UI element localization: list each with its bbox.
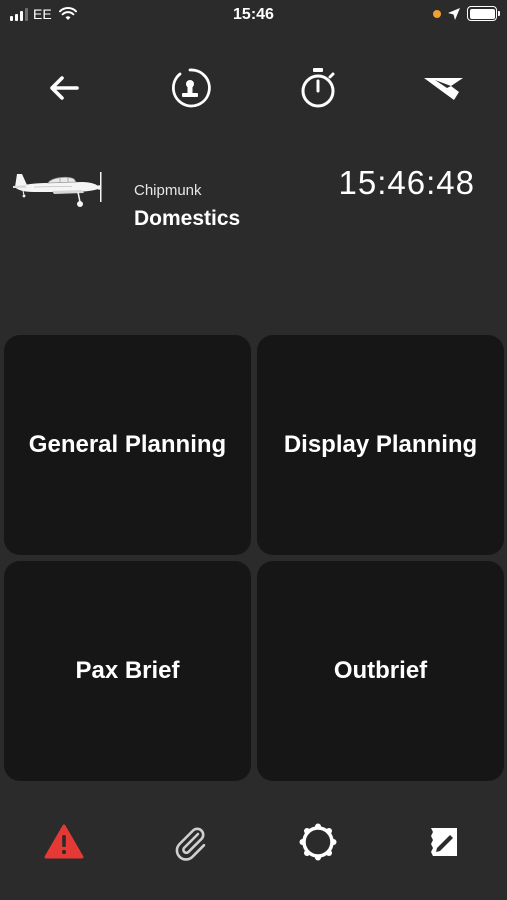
status-bar: EE 15:46 <box>0 0 507 32</box>
tile-label: Display Planning <box>283 431 478 458</box>
warning-button[interactable] <box>34 812 94 872</box>
stopwatch-icon <box>301 68 335 108</box>
location-indicator-dot <box>433 9 441 18</box>
battery-icon <box>467 6 500 21</box>
pax-brief-tile[interactable]: Pax Brief <box>4 561 251 781</box>
aircraft-type-label: Chipmunk <box>134 182 202 199</box>
paperclip-icon <box>175 827 206 861</box>
outbrief-tile[interactable]: Outbrief <box>257 561 504 781</box>
tile-label: Outbrief <box>333 657 428 684</box>
general-planning-tile[interactable]: General Planning <box>4 335 251 555</box>
status-time: 15:46 <box>233 6 274 23</box>
back-arrow-icon <box>50 76 79 100</box>
clock-display: 15:46:48 <box>338 164 475 201</box>
attachments-button[interactable] <box>160 812 220 872</box>
warning-icon <box>44 824 84 859</box>
bottom-toolbar <box>0 812 507 872</box>
aircraft-image <box>13 172 102 207</box>
settings-button[interactable] <box>288 812 348 872</box>
stamp-icon <box>172 68 211 108</box>
stopwatch-button[interactable] <box>290 60 346 116</box>
logo-button[interactable] <box>416 60 472 116</box>
stamp-button[interactable] <box>162 60 218 116</box>
settings-icon <box>299 823 337 861</box>
tile-label: General Planning <box>28 431 227 458</box>
location-arrow-icon <box>448 7 460 20</box>
top-toolbar <box>0 60 507 116</box>
page-title: Domestics <box>134 207 241 230</box>
back-button[interactable] <box>36 60 92 116</box>
logo-icon <box>424 78 463 100</box>
tile-label: Pax Brief <box>75 657 180 684</box>
app-screen: EE 15:46 Chipmunk Domestics 15:46:48 Gen… <box>0 0 507 900</box>
notes-icon <box>431 828 457 856</box>
status-right <box>433 6 500 21</box>
notes-button[interactable] <box>414 812 474 872</box>
display-planning-tile[interactable]: Display Planning <box>257 335 504 555</box>
